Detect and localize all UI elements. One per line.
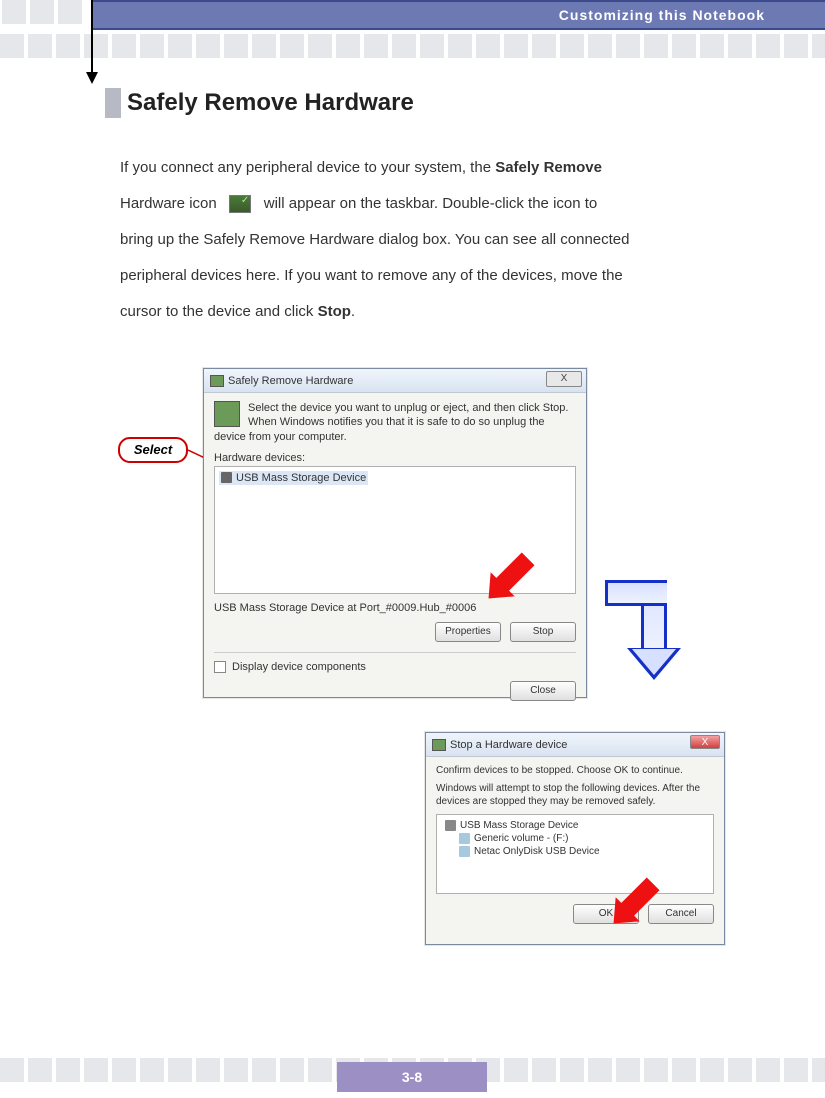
- device-status: USB Mass Storage Device at Port_#0009.Hu…: [214, 602, 576, 614]
- arrow-down-icon: [88, 0, 96, 85]
- page-header: Customizing this Notebook: [91, 0, 825, 30]
- list-item[interactable]: USB Mass Storage Device: [441, 819, 709, 832]
- drive-icon: [432, 739, 446, 751]
- list-item[interactable]: Netac OnlyDisk USB Device: [441, 845, 709, 858]
- dialog1-title: Safely Remove Hardware: [228, 375, 353, 387]
- dialog2-close-button[interactable]: X: [690, 735, 720, 749]
- stop-button[interactable]: Stop: [510, 622, 576, 642]
- para-5a: cursor to the device and click: [120, 303, 318, 320]
- display-components-label: Display device components: [232, 661, 366, 673]
- item2: Generic volume - (F:): [474, 833, 568, 844]
- item1: USB Mass Storage Device: [460, 820, 578, 831]
- page-header-title: Customizing this Notebook: [559, 7, 765, 23]
- para-2b: will appear on the taskbar. Double-click…: [264, 195, 598, 212]
- dialog2-line1: Confirm devices to be stopped. Choose OK…: [436, 765, 714, 776]
- dialog1-titlebar: Safely Remove Hardware: [204, 369, 586, 393]
- usb-icon: [221, 472, 232, 483]
- display-components-checkbox[interactable]: [214, 661, 226, 673]
- para-2a: Hardware icon: [120, 195, 217, 212]
- device-item-label: USB Mass Storage Device: [236, 472, 366, 484]
- para-5c: .: [351, 303, 355, 320]
- divider: [214, 652, 576, 653]
- para-5b: Stop: [318, 303, 351, 320]
- safely-remove-tray-icon: [229, 195, 251, 213]
- dialog1-close-button[interactable]: X: [546, 371, 582, 387]
- para-3: bring up the Safely Remove Hardware dial…: [120, 231, 630, 248]
- para-1a: If you connect any peripheral device to …: [120, 159, 495, 176]
- properties-button[interactable]: Properties: [435, 622, 501, 642]
- stop-device-listbox[interactable]: USB Mass Storage Device Generic volume -…: [436, 814, 714, 894]
- cancel-button[interactable]: Cancel: [648, 904, 714, 924]
- section-title: Safely Remove Hardware: [105, 88, 414, 118]
- flow-arrow-icon: [605, 580, 685, 690]
- volume-icon: [459, 833, 470, 844]
- safely-remove-dialog: Safely Remove Hardware X Select the devi…: [203, 368, 587, 698]
- dialog1-instructions: Select the device you want to unplug or …: [214, 401, 576, 444]
- dialog2-title: Stop a Hardware device: [450, 739, 567, 751]
- list-item[interactable]: Generic volume - (F:): [441, 832, 709, 845]
- dialog2-titlebar: Stop a Hardware device: [426, 733, 724, 757]
- close-button[interactable]: Close: [510, 681, 576, 701]
- devices-label: Hardware devices:: [214, 452, 576, 464]
- section-marker-icon: [105, 88, 121, 118]
- drive-icon: [210, 375, 224, 387]
- usb-icon: [445, 820, 456, 831]
- dialog2-line2: Windows will attempt to stop the followi…: [436, 782, 714, 808]
- callout-select: Select: [118, 437, 188, 463]
- body-paragraph: If you connect any peripheral device to …: [120, 150, 720, 330]
- para-4: peripheral devices here. If you want to …: [120, 267, 623, 284]
- list-item[interactable]: USB Mass Storage Device: [219, 471, 368, 485]
- decor-top: [0, 34, 825, 64]
- para-1b: Safely Remove: [495, 159, 602, 176]
- disk-icon: [459, 846, 470, 857]
- decor-left: [0, 0, 90, 1098]
- drive-large-icon: [214, 401, 240, 427]
- section-heading: Safely Remove Hardware: [127, 89, 414, 117]
- item3: Netac OnlyDisk USB Device: [474, 846, 600, 857]
- page-number: 3-8: [337, 1062, 487, 1092]
- callout-label: Select: [134, 442, 172, 457]
- stop-hardware-dialog: Stop a Hardware device X Confirm devices…: [425, 732, 725, 945]
